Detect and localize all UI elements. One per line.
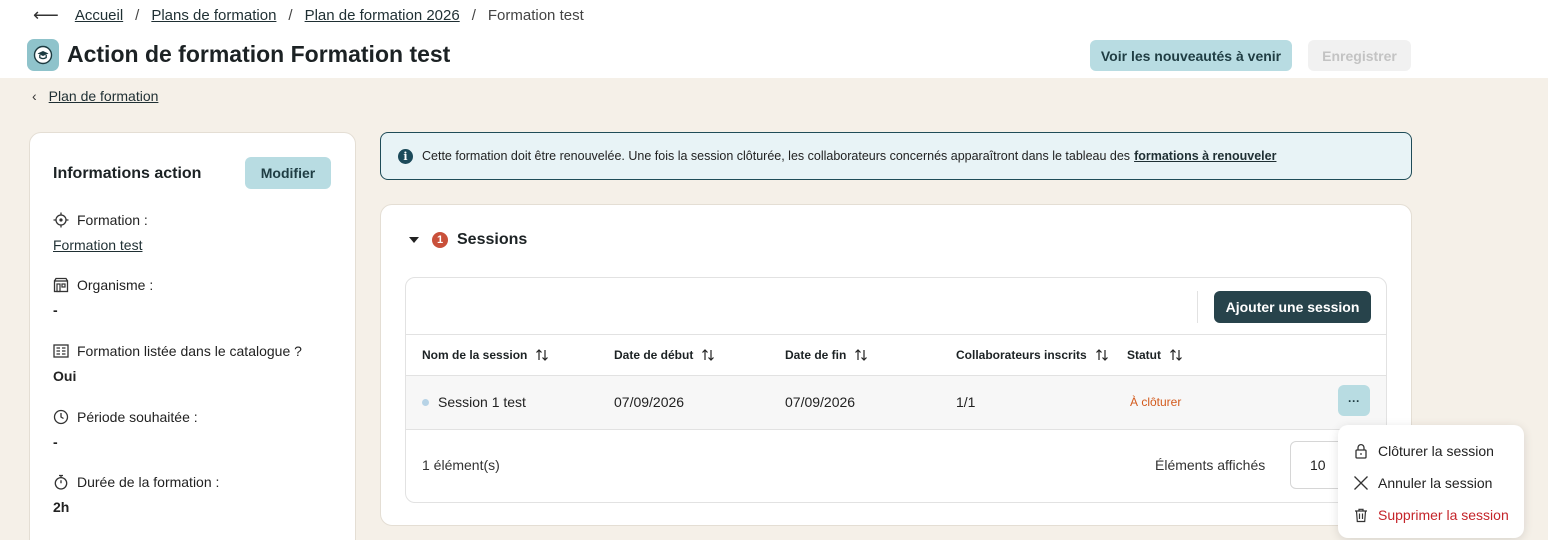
renewal-link[interactable]: formations à renouveler <box>1134 149 1276 163</box>
info-value: Oui <box>53 368 77 384</box>
back-link[interactable]: ‹ Plan de formation <box>32 88 158 104</box>
sessions-count-badge: 1 <box>432 232 448 248</box>
alert-text: Cette formation doit être renouvelée. Un… <box>422 149 1131 163</box>
info-value: - <box>53 302 58 318</box>
info-value: - <box>53 434 58 450</box>
formation-link[interactable]: Formation test <box>53 237 142 253</box>
column-label: Date de fin <box>785 348 847 362</box>
breadcrumb-current: Formation test <box>487 6 584 24</box>
sort-icon[interactable] <box>1095 348 1109 362</box>
session-start-date: 07/09/2026 <box>614 394 685 410</box>
close-icon <box>1354 476 1368 490</box>
column-header-end[interactable]: Date de fin <box>785 348 868 362</box>
info-item-formation: Formation : Formation test <box>53 212 148 253</box>
sort-icon[interactable] <box>1169 348 1183 362</box>
menu-item-delete-session[interactable]: Supprimer la session <box>1338 499 1524 531</box>
info-label: Période souhaitée : <box>77 409 198 425</box>
graduation-cap-icon <box>27 39 59 71</box>
more-actions-button[interactable]: ··· <box>1338 385 1370 416</box>
page-title: Action de formation Formation test <box>67 41 451 67</box>
news-button[interactable]: Voir les nouveautés à venir <box>1090 40 1292 71</box>
breadcrumb-item-plan-2026[interactable]: Plan de formation 2026 <box>305 7 460 24</box>
column-label: Statut <box>1127 348 1161 362</box>
status-dot <box>422 398 429 406</box>
info-label: Formation listée dans le catalogue ? <box>77 343 302 359</box>
session-enrolled: 1/1 <box>956 394 976 410</box>
toolbar-divider <box>1197 291 1198 323</box>
session-end-date: 07/09/2026 <box>785 394 856 410</box>
column-label: Nom de la session <box>422 348 528 362</box>
session-context-menu: Clôturer la session Annuler la session S… <box>1338 425 1524 538</box>
session-name: Session 1 test <box>438 394 526 410</box>
info-label: Organisme : <box>77 277 154 293</box>
breadcrumb: ⟵ Accueil / Plans de formation / Plan de… <box>33 5 584 26</box>
breadcrumb-separator: / <box>288 6 293 24</box>
info-item-organisme: Organisme : - <box>53 277 153 318</box>
back-link-label[interactable]: Plan de formation <box>49 88 159 104</box>
info-card-title: Informations action <box>53 165 202 182</box>
target-icon <box>53 212 69 228</box>
menu-item-label: Annuler la session <box>1378 475 1493 491</box>
menu-item-cancel-session[interactable]: Annuler la session <box>1338 467 1524 499</box>
stopwatch-icon <box>54 474 68 490</box>
add-session-button[interactable]: Ajouter une session <box>1214 291 1371 323</box>
items-count: 1 élément(s) <box>422 457 500 473</box>
chevron-left-icon: ‹ <box>32 88 37 104</box>
column-label: Collaborateurs inscrits <box>956 348 1087 362</box>
info-card: Informations action Modifier Formation :… <box>29 132 356 540</box>
info-label: Formation : <box>77 212 148 228</box>
column-header-name[interactable]: Nom de la session <box>422 348 549 362</box>
column-header-start[interactable]: Date de début <box>614 348 715 362</box>
breadcrumb-item-plans[interactable]: Plans de formation <box>151 7 276 24</box>
column-header-enrolled[interactable]: Collaborateurs inscrits <box>956 348 1109 362</box>
sort-icon[interactable] <box>854 348 868 362</box>
renewal-alert: i Cette formation doit être renouvelée. … <box>380 132 1412 180</box>
breadcrumb-item-accueil[interactable]: Accueil <box>75 7 123 24</box>
column-label: Date de début <box>614 348 694 362</box>
lock-icon <box>1355 444 1367 459</box>
info-item-periode: Période souhaitée : - <box>53 409 198 450</box>
modify-button[interactable]: Modifier <box>245 157 331 189</box>
breadcrumb-separator: / <box>471 6 476 24</box>
menu-item-label: Clôturer la session <box>1378 443 1494 459</box>
caret-down-icon[interactable] <box>409 237 419 243</box>
catalog-icon <box>53 344 69 358</box>
menu-item-close-session[interactable]: Clôturer la session <box>1338 435 1524 467</box>
sessions-table: Ajouter une session Nom de la session Da… <box>405 277 1387 503</box>
save-button[interactable]: Enregistrer <box>1308 40 1411 71</box>
info-label: Durée de la formation : <box>77 474 220 490</box>
sessions-title: Sessions <box>457 231 528 248</box>
trash-icon <box>1355 508 1367 523</box>
table-row[interactable]: Session 1 test 07/09/2026 07/09/2026 1/1… <box>406 376 1386 430</box>
top-bar: ⟵ Accueil / Plans de formation / Plan de… <box>0 0 1548 78</box>
clock-icon <box>53 409 69 425</box>
sort-icon[interactable] <box>701 348 715 362</box>
table-header: Nom de la session Date de début Date de … <box>406 334 1386 376</box>
info-item-catalogue: Formation listée dans le catalogue ? Oui <box>53 343 302 384</box>
info-item-duree: Durée de la formation : 2h <box>53 474 219 515</box>
info-icon: i <box>398 148 413 164</box>
sessions-header[interactable]: 1 Sessions <box>409 231 527 249</box>
building-icon <box>53 277 69 293</box>
column-header-status[interactable]: Statut <box>1127 348 1183 362</box>
sessions-card: 1 Sessions Ajouter une session Nom de la… <box>380 204 1412 526</box>
sort-icon[interactable] <box>535 348 549 362</box>
page-size-label: Éléments affichés <box>1155 457 1266 473</box>
menu-item-label: Supprimer la session <box>1378 507 1509 523</box>
arrow-left-icon[interactable]: ⟵ <box>33 5 59 26</box>
breadcrumb-separator: / <box>135 6 140 24</box>
status-badge: À clôturer <box>1130 395 1182 409</box>
info-value: 2h <box>53 499 70 515</box>
